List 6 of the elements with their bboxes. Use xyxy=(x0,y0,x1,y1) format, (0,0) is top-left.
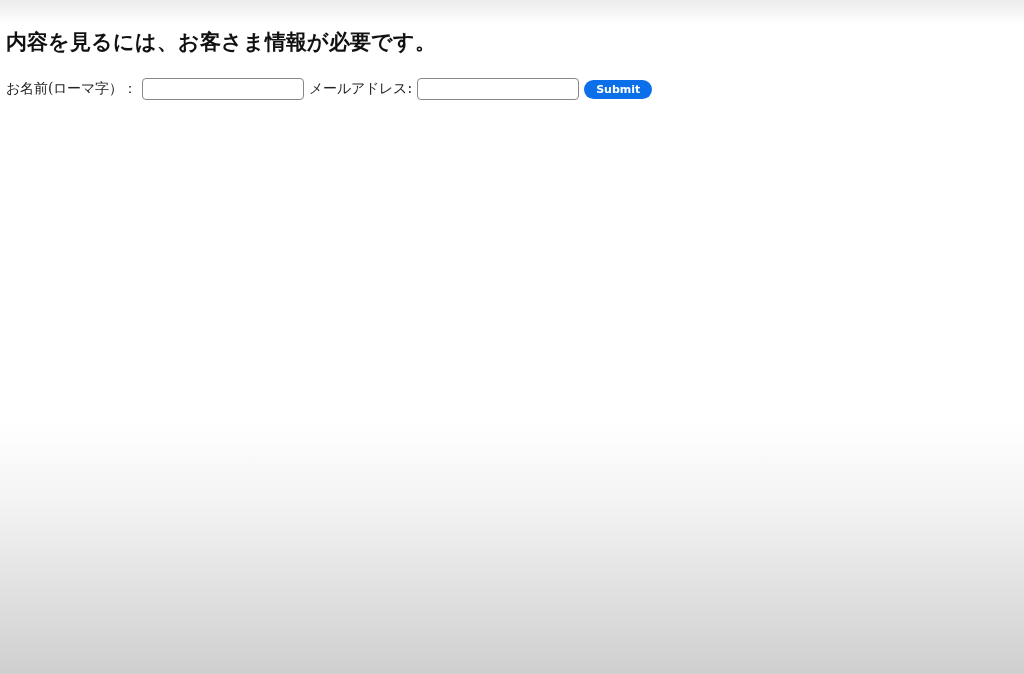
submit-button[interactable]: Submit xyxy=(584,79,653,99)
field-label: メールアドレス: xyxy=(309,80,413,98)
page-heading: 内容を見るには、お客さま情報が必要です。 xyxy=(6,28,437,56)
input-field[interactable] xyxy=(417,78,580,100)
input-field[interactable] xyxy=(142,78,305,100)
field-label: お名前(ローマ字）： xyxy=(6,80,138,98)
